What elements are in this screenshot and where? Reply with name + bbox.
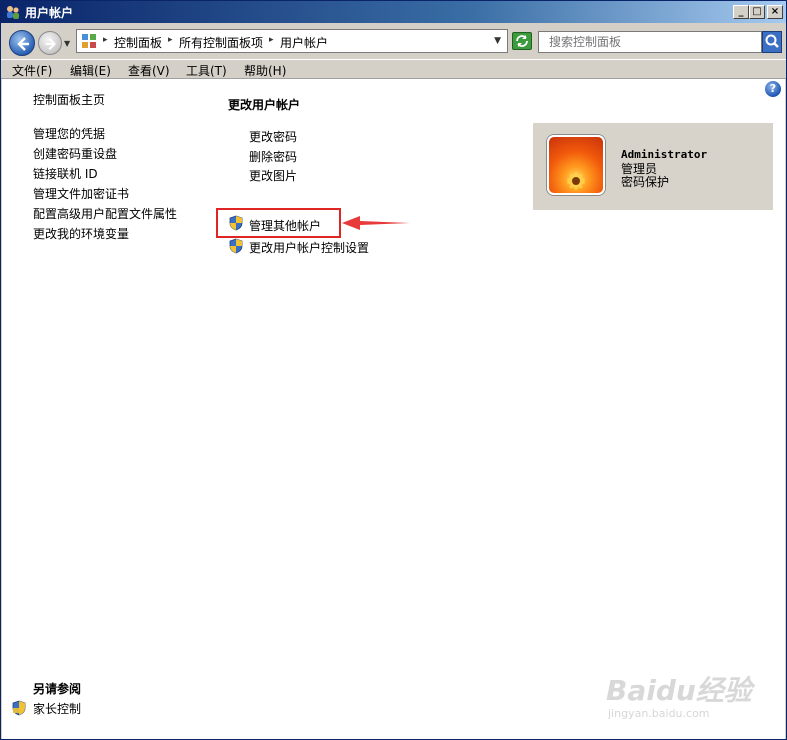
address-bar: ▼ ▸ 控制面板 ▸ 所有控制面板项 ▸ 用户帐户 ▼ bbox=[1, 23, 786, 59]
search-field[interactable] bbox=[538, 31, 762, 53]
crumb-all-items[interactable]: 所有控制面板项 bbox=[179, 34, 263, 51]
minimize-button[interactable]: _ bbox=[733, 5, 749, 19]
arrow-right-icon bbox=[45, 38, 56, 50]
menu-view[interactable]: 查看(V) bbox=[128, 62, 170, 79]
search-icon bbox=[765, 34, 779, 48]
search-input[interactable] bbox=[539, 32, 761, 52]
menu-edit[interactable]: 编辑(E) bbox=[70, 62, 111, 79]
title-bar[interactable]: 用户帐户 _ □ × bbox=[1, 1, 786, 23]
sidebar-link-credentials[interactable]: 管理您的凭据 bbox=[33, 125, 105, 142]
menu-tools[interactable]: 工具(T) bbox=[186, 62, 227, 79]
page-title: 更改用户帐户 bbox=[228, 98, 301, 112]
recent-pages-icon[interactable]: ▼ bbox=[64, 39, 70, 48]
sidebar-link-profile[interactable]: 配置高级用户配置文件属性 bbox=[33, 205, 177, 222]
uac-shield-icon bbox=[229, 238, 243, 254]
watermark-url: jingyan.baidu.com bbox=[608, 707, 710, 720]
crumb-control-panel[interactable]: 控制面板 bbox=[114, 34, 162, 51]
user-account-panel: Administrator 管理员 密码保护 bbox=[533, 123, 773, 210]
maximize-button[interactable]: □ bbox=[749, 5, 765, 19]
sidebar-link-env-vars[interactable]: 更改我的环境变量 bbox=[33, 225, 129, 242]
refresh-icon bbox=[516, 35, 528, 47]
crumb-user-accounts[interactable]: 用户帐户 bbox=[280, 34, 328, 51]
back-button[interactable] bbox=[9, 30, 35, 56]
close-button[interactable]: × bbox=[767, 5, 783, 19]
change-picture-link[interactable]: 更改图片 bbox=[249, 167, 297, 184]
arrow-left-icon bbox=[17, 37, 29, 51]
forward-button[interactable] bbox=[38, 31, 62, 55]
menu-file[interactable]: 文件(F) bbox=[12, 62, 52, 79]
watermark-logo: Baidu经验 bbox=[606, 674, 752, 707]
uac-settings-link[interactable]: 更改用户帐户控制设置 bbox=[249, 239, 369, 256]
chevron-right-icon[interactable]: ▸ bbox=[168, 35, 173, 45]
sidebar-link-reset-disk[interactable]: 创建密码重设盘 bbox=[33, 145, 117, 162]
window: 用户帐户 _ □ × ▼ ▸ 控制面板 ▸ 所有控制面板项 ▸ 用户帐户 ▼ 搜… bbox=[0, 0, 787, 740]
user-avatar[interactable] bbox=[547, 135, 605, 195]
uac-shield-icon bbox=[229, 215, 243, 231]
help-icon[interactable]: ? bbox=[765, 81, 781, 97]
refresh-button[interactable] bbox=[512, 32, 532, 50]
users-icon bbox=[7, 6, 19, 19]
window-title: 用户帐户 bbox=[25, 6, 74, 20]
breadcrumb[interactable]: ▸ 控制面板 ▸ 所有控制面板项 ▸ 用户帐户 ▼ bbox=[76, 29, 508, 53]
menu-help[interactable]: 帮助(H) bbox=[244, 62, 286, 79]
control-panel-icon bbox=[82, 34, 96, 48]
change-password-link[interactable]: 更改密码 bbox=[249, 128, 297, 145]
flower-icon bbox=[567, 172, 585, 190]
menu-bar: 文件(F) 编辑(E) 查看(V) 工具(T) 帮助(H) bbox=[1, 59, 786, 79]
remove-password-link[interactable]: 删除密码 bbox=[249, 148, 297, 165]
sidebar-home-link[interactable]: 控制面板主页 bbox=[33, 91, 105, 108]
chevron-right-icon[interactable]: ▸ bbox=[103, 35, 108, 45]
manage-other-accounts-link[interactable]: 管理其他帐户 bbox=[249, 217, 321, 234]
shield-icon bbox=[12, 700, 26, 716]
chevron-down-icon[interactable]: ▼ bbox=[494, 36, 501, 46]
see-also-heading: 另请参阅 bbox=[33, 682, 82, 696]
search-button[interactable] bbox=[762, 31, 782, 53]
sidebar-link-encryption[interactable]: 管理文件加密证书 bbox=[33, 185, 129, 202]
content-area: ? 控制面板主页 管理您的凭据 创建密码重设盘 链接联机 ID 管理文件加密证书… bbox=[2, 79, 785, 739]
chevron-right-icon[interactable]: ▸ bbox=[269, 35, 274, 45]
sidebar-link-online-id[interactable]: 链接联机 ID bbox=[33, 165, 98, 182]
user-password-status: 密码保护 bbox=[621, 175, 670, 189]
annotation-arrow-icon bbox=[342, 216, 410, 230]
parental-controls-link[interactable]: 家长控制 bbox=[33, 700, 81, 717]
